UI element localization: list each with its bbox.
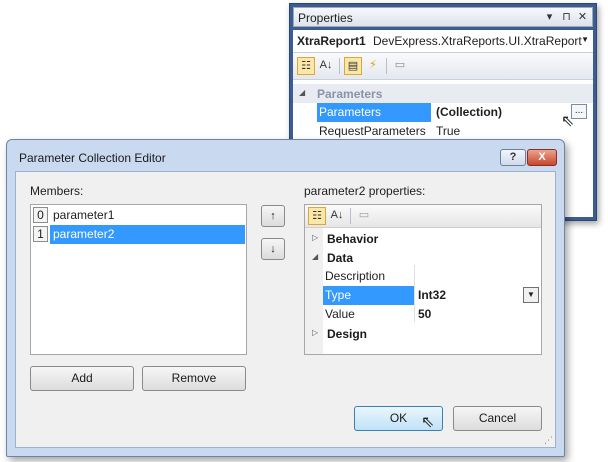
dialog-title: Parameter Collection Editor <box>19 151 166 165</box>
cancel-button[interactable]: Cancel <box>453 406 542 431</box>
events-icon[interactable]: ⚡ <box>364 57 382 75</box>
property-value[interactable] <box>415 267 541 286</box>
properties-icon[interactable]: ▤ <box>344 57 362 75</box>
category-data[interactable]: ◢ Data <box>305 248 541 267</box>
category-parameters[interactable]: ◢ Parameters <box>293 84 593 103</box>
dropdown-arrow-icon[interactable]: ▾ <box>543 11 556 24</box>
object-selector[interactable]: XtraReport1 DevExpress.XtraReports.UI.Xt… <box>293 30 593 53</box>
alphabetical-icon[interactable]: A↓ <box>317 57 335 75</box>
mouse-cursor-icon: ⇖ <box>561 113 575 130</box>
property-value[interactable]: 50 <box>415 305 541 324</box>
move-down-button[interactable]: ↓ <box>261 238 285 260</box>
resize-grip-icon[interactable]: ⋰ <box>544 435 553 446</box>
property-pages-icon[interactable]: ▭ <box>391 57 409 75</box>
collapse-icon[interactable]: ◢ <box>312 252 318 261</box>
alphabetical-icon[interactable]: A↓ <box>328 207 346 225</box>
object-name: XtraReport1 <box>297 34 366 48</box>
toolbar-separator <box>350 208 351 224</box>
property-name: Type <box>323 286 415 305</box>
grid-toolbar: ☷ A↓ ▭ <box>305 205 541 228</box>
member-name: parameter1 <box>53 208 115 222</box>
help-button[interactable]: ? <box>500 149 526 166</box>
member-name: parameter2 <box>50 225 245 244</box>
category-behavior[interactable]: ▷ Behavior <box>305 229 541 248</box>
object-type: DevExpress.XtraReports.UI.XtraReport <box>373 34 582 48</box>
close-icon[interactable]: ✕ <box>576 11 589 24</box>
column-divider <box>414 265 415 322</box>
property-name: Value <box>325 307 355 321</box>
expand-icon[interactable]: ▷ <box>312 233 318 242</box>
members-list[interactable]: 0 parameter1 1 parameter2 <box>30 204 247 355</box>
properties-label: parameter2 properties: <box>304 184 426 198</box>
parameter-collection-editor-dialog: Parameter Collection Editor ? X Members:… <box>6 139 565 457</box>
properties-title: Properties <box>298 11 353 25</box>
property-pages-icon[interactable]: ▭ <box>355 207 373 225</box>
parameter-property-grid: ☷ A↓ ▭ ▷ Behavior ◢ Data Description Typ… <box>304 204 542 355</box>
properties-toolbar: ☷ A↓ ▤ ⚡ ▭ <box>293 53 593 80</box>
property-name: Parameters <box>317 103 431 122</box>
property-name: Description <box>325 269 386 283</box>
property-row-value[interactable]: Value 50 <box>305 305 541 324</box>
toolbar-separator <box>339 58 340 74</box>
mouse-cursor-icon: ⇖ <box>421 414 435 431</box>
member-index: 1 <box>33 226 48 242</box>
property-row-type[interactable]: Type Int32 ▼ <box>305 286 541 305</box>
pin-icon[interactable]: ⊓ <box>560 11 573 24</box>
expand-icon[interactable]: ▷ <box>312 328 318 337</box>
chevron-down-icon[interactable]: ▼ <box>523 287 539 303</box>
properties-titlebar[interactable]: Properties ▾ ⊓ ✕ <box>293 7 593 27</box>
move-up-button[interactable]: ↑ <box>261 205 285 227</box>
property-row-parameters[interactable]: Parameters (Collection) ... <box>293 103 593 122</box>
close-button[interactable]: X <box>527 149 557 166</box>
toolbar-separator <box>386 58 387 74</box>
remove-button[interactable]: Remove <box>142 366 246 391</box>
collapse-icon[interactable]: ◢ <box>299 88 305 97</box>
list-item[interactable]: 0 parameter1 <box>32 206 245 225</box>
category-design[interactable]: ▷ Design <box>305 324 541 343</box>
categorized-icon[interactable]: ☷ <box>308 207 326 225</box>
members-label: Members: <box>30 184 84 198</box>
chevron-down-icon[interactable]: ▼ <box>581 35 589 44</box>
add-button[interactable]: Add <box>30 366 134 391</box>
list-item[interactable]: 1 parameter2 <box>32 225 245 244</box>
member-index: 0 <box>33 207 48 223</box>
categorized-icon[interactable]: ☷ <box>297 57 315 75</box>
dialog-client: Members: 0 parameter1 1 parameter2 ↑ ↓ A… <box>15 171 556 448</box>
property-row-description[interactable]: Description <box>305 267 541 286</box>
